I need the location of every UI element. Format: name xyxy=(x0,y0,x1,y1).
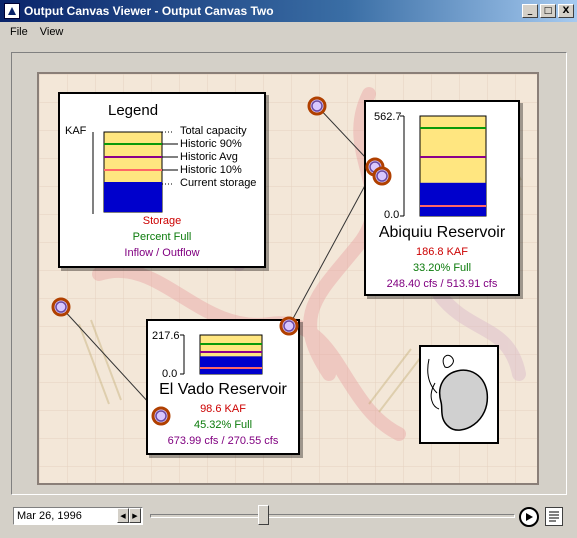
reservoir-box-el-vado[interactable]: 217.6 0.0 El Vado Reservoir 98.6 KAF 45.… xyxy=(146,319,300,455)
menu-file[interactable]: File xyxy=(4,26,34,38)
title-bar: Output Canvas Viewer - Output Canvas Two… xyxy=(0,0,577,22)
playback-bar: Mar 26, 1996 ◀ ▶ xyxy=(0,500,577,538)
reservoir-gauge xyxy=(180,334,263,375)
connector-node[interactable] xyxy=(151,406,171,426)
connector-node[interactable] xyxy=(279,316,299,336)
sketch-image-box[interactable] xyxy=(419,345,499,444)
timeline-slider-thumb[interactable] xyxy=(258,505,269,525)
reservoir-percent: 45.32% Full xyxy=(193,419,253,431)
date-increment-button[interactable]: ▶ xyxy=(129,508,141,523)
reservoir-name: Abiquiu Reservoir xyxy=(378,224,506,241)
legend-caption-flow: Inflow / Outflow xyxy=(124,247,200,259)
legend-caption-storage: Storage xyxy=(142,215,182,227)
connector-node[interactable] xyxy=(51,297,71,317)
log-icon xyxy=(549,511,559,522)
play-icon xyxy=(526,513,533,521)
minimize-button[interactable]: _ xyxy=(522,4,538,18)
connector-node[interactable] xyxy=(372,166,392,186)
reservoir-gauge xyxy=(400,115,487,217)
current-storage-fill xyxy=(420,182,486,216)
reservoir-box-abiquiu[interactable]: 562.7 0.0 Abiquiu Reservoir 186.8 KAF 33… xyxy=(364,100,520,296)
log-button[interactable] xyxy=(545,507,563,526)
menu-bar: File View xyxy=(0,22,577,41)
legend-item-historic-90: Historic 90% xyxy=(180,138,242,150)
legend-item-historic-10: Historic 10% xyxy=(180,164,242,176)
close-button[interactable]: X xyxy=(558,4,574,18)
legend-item-total-capacity: Total capacity xyxy=(180,125,247,137)
menu-view[interactable]: View xyxy=(34,26,70,38)
reservoir-flows: 248.40 cfs / 513.91 cfs xyxy=(386,278,498,290)
app-icon xyxy=(4,3,20,19)
play-button[interactable] xyxy=(519,507,539,527)
date-decrement-button[interactable]: ◀ xyxy=(117,508,129,523)
legend-caption-percent: Percent Full xyxy=(132,231,192,243)
sack-sketch-image xyxy=(421,347,497,442)
reservoir-storage: 98.6 KAF xyxy=(200,403,246,415)
timeline-slider-track[interactable] xyxy=(150,514,515,518)
reservoir-flows: 673.99 cfs / 270.55 cfs xyxy=(167,435,279,447)
maximize-button[interactable]: □ xyxy=(540,4,556,18)
legend-item-current-storage: Current storage xyxy=(180,177,257,189)
reservoir-percent: 33.20% Full xyxy=(412,262,472,274)
legend-box: Legend KAF Total capacity Historic 90% H… xyxy=(58,92,266,268)
reservoir-name: El Vado Reservoir xyxy=(159,381,287,398)
window-title: Output Canvas Viewer - Output Canvas Two xyxy=(24,4,274,18)
legend-item-historic-avg: Historic Avg xyxy=(180,151,238,163)
current-storage-fill xyxy=(200,356,262,374)
connector-node[interactable] xyxy=(307,96,327,116)
reservoir-storage: 186.8 KAF xyxy=(416,246,468,258)
